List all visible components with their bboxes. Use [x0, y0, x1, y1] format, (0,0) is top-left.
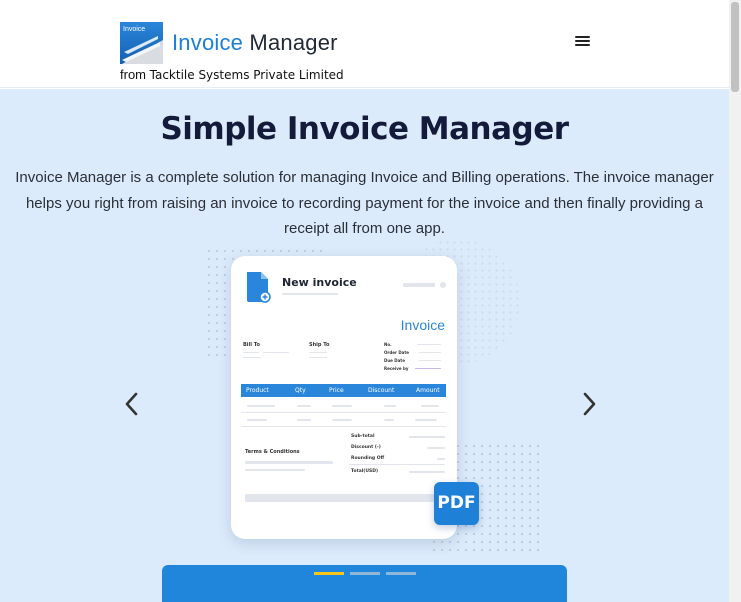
col-price: Price — [329, 387, 344, 394]
page-scrollbar[interactable] — [729, 0, 741, 602]
totals-divider — [349, 464, 445, 465]
placeholder-line — [419, 352, 441, 353]
discount-label: Discount (-) — [351, 445, 381, 450]
hero-section: Simple Invoice Manager Invoice Manager i… — [0, 89, 729, 602]
col-amount: Amount — [416, 387, 440, 394]
placeholder-line — [415, 419, 437, 421]
carousel-indicator-1[interactable] — [314, 572, 344, 575]
placeholder-line — [437, 458, 445, 460]
placeholder-line — [247, 419, 267, 421]
col-product: Product — [246, 387, 269, 394]
brand-part2: Manager — [249, 30, 338, 55]
placeholder-line — [332, 405, 352, 407]
logo-icon-text: Invoice — [123, 26, 145, 33]
total-usd-label: Total(USD) — [351, 469, 379, 474]
placeholder-line — [417, 344, 441, 345]
terms-label: Terms & Conditions — [245, 449, 300, 455]
col-qty: Qty — [295, 387, 306, 394]
placeholder-dot — [440, 282, 446, 288]
rounding-label: Rounding Off — [351, 456, 385, 461]
from-label: from — [120, 67, 146, 82]
placeholder-line — [415, 368, 441, 369]
placeholder-line — [245, 461, 333, 464]
site-header: Invoice Invoice Manager from Tacktile Sy… — [0, 0, 729, 88]
meta-due-date-label: Due Date — [384, 358, 405, 363]
feature-panel — [162, 565, 567, 602]
table-row-divider — [241, 412, 446, 413]
brand-part1: Invoice — [172, 30, 244, 55]
subtotal-label: Sub-total — [351, 434, 375, 439]
placeholder-line — [263, 352, 289, 353]
company-line: from Tacktile Systems Private Limited — [120, 67, 344, 82]
scrollbar-thumb[interactable] — [731, 2, 739, 92]
placeholder-line — [282, 293, 338, 295]
carousel-indicator-2[interactable] — [350, 572, 380, 575]
chevron-left-icon[interactable] — [122, 389, 142, 419]
invoice-preview-card: New invoice Invoice Bill To Ship To No. … — [231, 256, 457, 539]
placeholder-line — [297, 405, 311, 407]
placeholder-line — [297, 419, 311, 421]
pdf-badge[interactable]: PDF — [434, 482, 479, 525]
placeholder-line — [403, 283, 435, 287]
placeholder-line — [247, 405, 275, 407]
chevron-right-icon[interactable] — [579, 389, 599, 419]
invoice-heading: Invoice — [400, 317, 445, 333]
placeholder-line — [384, 405, 396, 407]
hamburger-menu-icon[interactable] — [575, 36, 590, 48]
hero-title: Simple Invoice Manager — [160, 111, 569, 147]
col-discount: Discount — [368, 387, 395, 394]
meta-order-date-label: Order Date — [384, 350, 409, 355]
placeholder-line — [419, 360, 441, 361]
ship-to-label: Ship To — [309, 342, 330, 348]
placeholder-line — [245, 469, 305, 471]
invoice-manager-logo-icon: Invoice — [120, 22, 163, 64]
table-row-divider — [241, 426, 446, 427]
carousel-indicator-3[interactable] — [386, 572, 416, 575]
invoice-table-header: Product Qty Price Discount Amount — [241, 384, 446, 397]
placeholder-line — [421, 405, 439, 407]
document-icon — [247, 272, 271, 303]
placeholder-line — [409, 436, 445, 438]
placeholder-bar — [245, 494, 443, 502]
bill-to-label: Bill To — [243, 342, 260, 348]
placeholder-line — [309, 352, 327, 353]
meta-receive-by-label: Receive by — [384, 366, 409, 371]
meta-no-label: No. — [384, 342, 392, 347]
placeholder-line — [309, 357, 327, 358]
placeholder-line — [384, 419, 394, 421]
company-name: Tacktile Systems Private Limited — [149, 68, 344, 82]
placeholder-line — [243, 357, 261, 358]
placeholder-line — [427, 447, 445, 449]
brand-name: Invoice Manager — [172, 30, 338, 56]
placeholder-line — [332, 419, 352, 421]
hero-description: Invoice Manager is a complete solution f… — [15, 169, 714, 237]
placeholder-line — [409, 471, 445, 473]
placeholder-line — [243, 352, 259, 353]
new-invoice-title: New invoice — [282, 276, 357, 289]
